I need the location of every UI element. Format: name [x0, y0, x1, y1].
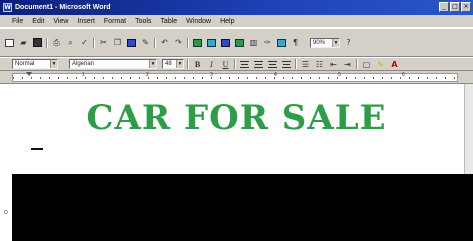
window-title: Document1 - Microsoft Word	[15, 4, 111, 11]
toolbar-separator	[295, 59, 297, 69]
chevron-down-icon: ▼	[50, 60, 57, 68]
formatting-toolbar: Normal ▼ Algerian ▼ 48 ▼ B I U ☰ ☷ ⇤ ⇥ ▢…	[0, 57, 473, 71]
document-map-icon[interactable]	[276, 37, 287, 48]
toolbar-separator	[187, 37, 189, 48]
toolbar-separator	[46, 37, 48, 48]
obscured-region	[0, 174, 473, 241]
left-margin-strip	[0, 174, 12, 241]
spelling-icon[interactable]: ✓	[79, 37, 90, 48]
print-icon[interactable]: ⎙	[51, 37, 62, 48]
decrease-indent-icon[interactable]: ⇤	[328, 59, 339, 70]
copy-icon[interactable]: ❐	[112, 37, 123, 48]
ruler-number: 4	[274, 72, 277, 78]
italic-button[interactable]: I	[206, 59, 217, 70]
toolbar-separator	[356, 59, 358, 69]
maximize-button[interactable]: □	[450, 2, 460, 12]
font-size-select[interactable]: 48 ▼	[162, 59, 184, 69]
menu-bar: File Edit View Insert Format Tools Table…	[0, 15, 473, 28]
word-app-icon[interactable]: W	[3, 3, 12, 12]
document-page[interactable]: CAR FOR SALE	[0, 84, 473, 174]
text-cursor	[31, 148, 43, 150]
paste-icon[interactable]	[126, 37, 137, 48]
hyperlink-icon[interactable]	[192, 37, 203, 48]
undo-icon[interactable]: ↶	[159, 37, 170, 48]
toolbar-separator	[93, 37, 95, 48]
chevron-down-icon: ▼	[176, 60, 183, 68]
word-window: W Document1 - Microsoft Word _ □ × File …	[0, 0, 473, 241]
text-fragment: o	[4, 209, 8, 216]
columns-icon[interactable]: ▥	[248, 37, 259, 48]
help-icon[interactable]: ?	[343, 37, 354, 48]
close-button[interactable]: ×	[461, 2, 471, 12]
show-hide-icon[interactable]: ¶	[290, 37, 301, 48]
open-folder-icon[interactable]: ▰	[18, 37, 29, 48]
align-right-icon[interactable]	[267, 59, 278, 70]
menu-file[interactable]: File	[12, 18, 23, 25]
insert-excel-icon[interactable]	[234, 37, 245, 48]
ruler-number: 1	[82, 72, 85, 78]
ruler-number: 3	[210, 72, 213, 78]
cut-icon[interactable]: ✂	[98, 37, 109, 48]
menu-view[interactable]: View	[53, 18, 68, 25]
ruler-number: 5	[338, 72, 341, 78]
toolbar-separator	[234, 59, 236, 69]
menu-window[interactable]: Window	[186, 18, 211, 25]
zoom-select[interactable]: 90% ▼	[310, 37, 340, 48]
menu-edit[interactable]: Edit	[32, 18, 44, 25]
horizontal-ruler[interactable]: 1 2 3 4 5 6	[0, 71, 473, 84]
menu-table[interactable]: Table	[160, 18, 177, 25]
ruler-number: 6	[402, 72, 405, 78]
menu-help[interactable]: Help	[220, 18, 234, 25]
menu-format[interactable]: Format	[104, 18, 126, 25]
underline-button[interactable]: U	[220, 59, 231, 70]
zoom-value: 90%	[313, 39, 326, 46]
font-size-value: 48	[165, 61, 172, 67]
highlight-icon[interactable]: ✎	[375, 59, 386, 70]
tables-borders-icon[interactable]	[206, 37, 217, 48]
font-select[interactable]: Algerian ▼	[69, 59, 157, 69]
style-value: Normal	[15, 61, 35, 67]
increase-indent-icon[interactable]: ⇥	[342, 59, 353, 70]
redo-icon[interactable]: ↷	[173, 37, 184, 48]
bullets-icon[interactable]: ☷	[314, 59, 325, 70]
toolbar-separator	[187, 59, 189, 69]
indent-marker-icon[interactable]	[26, 72, 32, 76]
document-heading[interactable]: CAR FOR SALE	[0, 98, 473, 138]
menu-insert[interactable]: Insert	[77, 18, 95, 25]
font-color-icon[interactable]: A	[389, 59, 400, 70]
chevron-down-icon: ▼	[332, 38, 339, 47]
align-left-icon[interactable]	[239, 59, 250, 70]
menu-tools[interactable]: Tools	[135, 18, 151, 25]
standard-toolbar: ▰ ⎙ ⌕ ✓ ✂ ❐ ✎ ↶ ↷ ▥ ✑ ¶ 90% ▼ ?	[0, 28, 473, 57]
toolbar-separator	[154, 37, 156, 48]
style-select[interactable]: Normal ▼	[12, 59, 58, 69]
ruler-number: 2	[146, 72, 149, 78]
font-value: Algerian	[72, 61, 95, 67]
minimize-button[interactable]: _	[439, 2, 449, 12]
chevron-down-icon: ▼	[149, 60, 156, 68]
format-painter-icon[interactable]: ✎	[140, 37, 151, 48]
print-preview-icon[interactable]: ⌕	[65, 37, 76, 48]
new-document-icon[interactable]	[4, 37, 15, 48]
window-controls: _ □ ×	[439, 2, 471, 12]
drawing-icon[interactable]: ✑	[262, 37, 273, 48]
border-icon[interactable]: ▢	[361, 59, 372, 70]
align-center-icon[interactable]	[253, 59, 264, 70]
title-bar[interactable]: W Document1 - Microsoft Word _ □ ×	[0, 0, 473, 15]
vertical-scrollbar[interactable]	[464, 84, 473, 174]
bold-button[interactable]: B	[192, 59, 203, 70]
save-icon[interactable]	[32, 37, 43, 48]
insert-table-icon[interactable]	[220, 37, 231, 48]
ruler-scale	[12, 73, 458, 82]
justify-icon[interactable]	[281, 59, 292, 70]
numbering-icon[interactable]: ☰	[300, 59, 311, 70]
